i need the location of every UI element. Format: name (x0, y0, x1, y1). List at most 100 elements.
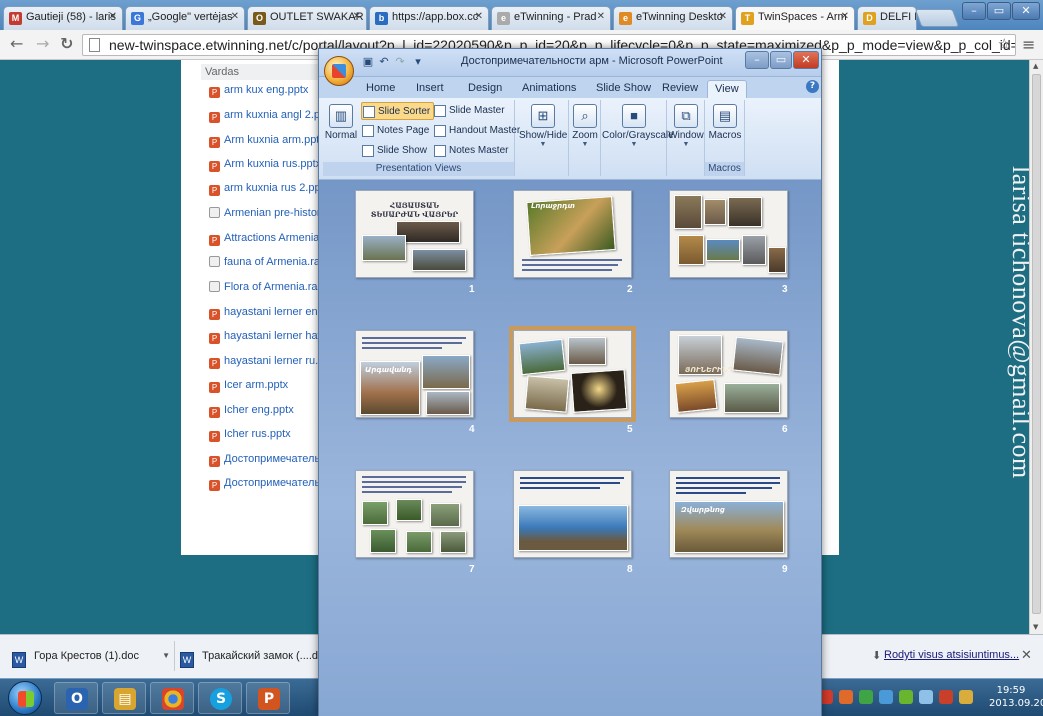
taskbar-app-powerpoint[interactable]: P (246, 682, 290, 714)
tab-delfi[interactable]: D DELFI Paštas (857, 6, 917, 30)
bookmark-star-icon[interactable]: ☆ (998, 35, 1011, 55)
tab-review[interactable]: Review (655, 80, 705, 98)
file-icon: P (209, 185, 220, 196)
slide-thumbnail-9[interactable]: Զվարթնոց (669, 470, 788, 558)
taskbar-app-skype[interactable]: S (198, 682, 242, 714)
file-link[interactable]: P Arm kuxnia rus.pptx (209, 154, 321, 174)
show-hide-button[interactable]: ⊞ Show/Hide ▼ (519, 102, 567, 162)
notes-page-button[interactable]: Notes Page (361, 122, 432, 140)
macros-button[interactable]: ▤ Macros (705, 102, 745, 162)
undo-icon[interactable]: ↶ (377, 55, 391, 69)
tab-twinspaces[interactable]: T TwinSpaces - Arm ✕ (735, 6, 855, 30)
close-icon[interactable]: ✕ (841, 11, 849, 22)
file-link[interactable]: P Arm kuxnia arm.pptx (209, 130, 325, 150)
forward-icon[interactable]: → (36, 35, 49, 53)
tab-home[interactable]: Home (359, 80, 402, 98)
tab-etwinning-desktop[interactable]: e eTwinning Deskto ✕ (613, 6, 733, 30)
file-link[interactable]: P Icher rus.pptx (209, 424, 291, 444)
save-icon[interactable]: ▣ (361, 55, 375, 69)
slide-thumbnail-7[interactable] (355, 470, 474, 558)
slide-thumbnail-4[interactable]: Արգավանդ (355, 330, 474, 418)
tab-view[interactable]: View (707, 80, 747, 98)
slide-thumbnail-5[interactable] (513, 330, 632, 418)
file-link[interactable]: P Достопримечательно (209, 449, 332, 469)
zoom-button[interactable]: ⌕ Zoom ▼ (569, 102, 601, 162)
tab-google-translate[interactable]: G „Google" vertėjas ✕ (125, 6, 245, 30)
office-button[interactable] (324, 56, 354, 86)
scrollbar-thumb[interactable] (1032, 74, 1041, 614)
chevron-down-icon[interactable]: ▼ (162, 642, 170, 670)
help-icon[interactable]: ? (806, 80, 819, 93)
taskbar-app-chrome[interactable] (150, 682, 194, 714)
file-link[interactable]: Armenian pre-historic (209, 203, 329, 223)
network-icon[interactable] (899, 690, 913, 704)
slide-thumbnail-1[interactable]: ՀԱՅԱՍՏԱՆ ՏԵՍԱՐԺԱՆ ՎԱՅՐԵՐ (355, 190, 474, 278)
normal-view-button[interactable]: ▥ Normal (323, 102, 359, 162)
close-icon[interactable]: ✕ (231, 11, 239, 22)
close-icon[interactable]: ✕ (1021, 648, 1032, 663)
notes-master-button[interactable]: Notes Master (433, 142, 511, 160)
minimize-button[interactable]: – (745, 51, 769, 69)
download-item[interactable]: W Гора Крестов (1).doc ▼ (12, 642, 172, 670)
tab-etwinning[interactable]: e eTwinning - Prad ✕ (491, 6, 611, 30)
download-item[interactable]: W Тракайский замок (....doc (180, 642, 340, 670)
maximize-button[interactable]: ▭ (987, 2, 1011, 20)
taskbar-app-explorer[interactable]: ▤ (102, 682, 146, 714)
slide-thumbnail-8[interactable] (513, 470, 632, 558)
close-window-button[interactable]: ✕ (1012, 2, 1040, 20)
menu-icon[interactable]: ≡ (1022, 35, 1035, 54)
file-link[interactable]: Parm kuxnia rus 2.pptx (209, 178, 329, 198)
file-link[interactable]: fauna of Armenia.rar (209, 252, 324, 272)
slide-image (524, 375, 570, 413)
tab-insert[interactable]: Insert (409, 80, 451, 98)
close-icon[interactable]: ✕ (109, 11, 117, 22)
file-link[interactable]: P Icher eng.pptx (209, 400, 294, 420)
new-tab-button[interactable] (914, 9, 960, 27)
close-window-button[interactable]: ✕ (793, 51, 819, 69)
slide-show-button[interactable]: Slide Show (361, 142, 430, 160)
redo-icon[interactable]: ↷ (393, 55, 407, 69)
app-tray-icon[interactable] (839, 690, 853, 704)
tab-box[interactable]: b https://app.box.cc ✕ (369, 6, 489, 30)
slide-sorter-button[interactable]: Slide Sorter (361, 102, 435, 120)
show-all-downloads-link[interactable]: Rodyti visus atsisiuntimus... (884, 649, 1019, 661)
color-grayscale-button[interactable]: ■ Color/Grayscale ▼ (602, 102, 674, 162)
file-link[interactable]: P Icer arm.pptx (209, 375, 288, 395)
slide-thumbnail-3[interactable] (669, 190, 788, 278)
tab-animations[interactable]: Animations (515, 80, 583, 98)
restore-button[interactable]: ▭ (770, 51, 792, 69)
slide-master-button[interactable]: Slide Master (433, 102, 508, 120)
tab-design[interactable]: Design (461, 80, 509, 98)
scroll-up-icon[interactable]: ▲ (1033, 62, 1038, 70)
volume-icon[interactable] (879, 690, 893, 704)
close-icon[interactable]: ✕ (597, 11, 605, 22)
minimize-button[interactable]: – (962, 2, 986, 20)
page-scrollbar[interactable]: ▲ ▼ (1029, 60, 1043, 634)
close-icon[interactable]: ✕ (475, 11, 483, 22)
back-icon[interactable]: ← (10, 35, 23, 53)
start-button[interactable] (8, 681, 42, 715)
slide-thumbnail-6[interactable]: ՅՈՒՆԵՐԻՆԴ (669, 330, 788, 418)
scroll-down-icon[interactable]: ▼ (1033, 623, 1038, 631)
file-link[interactable]: Parm kuxnia angl 2.pptx (209, 105, 335, 125)
flag-icon[interactable] (939, 690, 953, 704)
reload-icon[interactable]: ↻ (60, 35, 73, 53)
tab-gmail[interactable]: M Gautieji (58) - laris ✕ (3, 6, 123, 30)
handout-master-button[interactable]: Handout Master (433, 122, 523, 140)
slide-thumbnail-2[interactable]: Լորաջրդտ (513, 190, 632, 278)
signal-icon[interactable] (919, 690, 933, 704)
window-button[interactable]: ⧉ Window ▼ (667, 102, 705, 162)
battery-icon[interactable] (959, 690, 973, 704)
tab-outlet[interactable]: O OUTLET SWAKAR ✕ (247, 6, 367, 30)
close-icon[interactable]: ✕ (719, 11, 727, 22)
close-icon[interactable]: ✕ (353, 11, 361, 22)
app-tray-icon[interactable] (859, 690, 873, 704)
file-link[interactable]: Flora of Armenia.rar (209, 277, 321, 297)
file-link[interactable]: Parm kux eng.pptx (209, 80, 308, 100)
file-link[interactable]: Phayastani lerner eng.p (209, 302, 333, 322)
clock[interactable]: 19:59 2013.09.20 (989, 684, 1043, 710)
file-link[interactable]: P Достопримечательно (209, 473, 332, 493)
taskbar-app-outlook[interactable]: O (54, 682, 98, 714)
customize-toolbar-icon[interactable]: ▾ (411, 55, 425, 69)
tab-slide-show[interactable]: Slide Show (589, 80, 658, 98)
